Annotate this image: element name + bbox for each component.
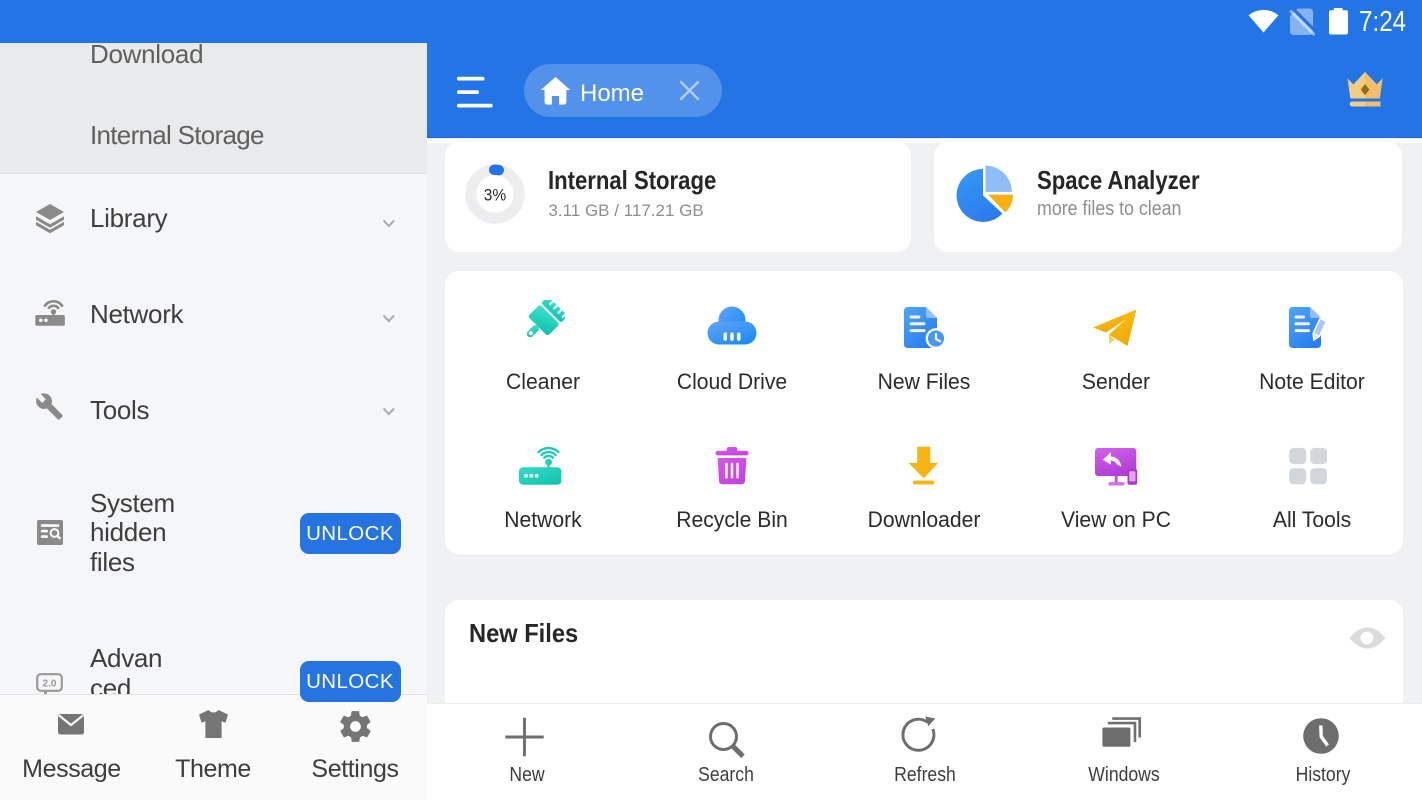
svg-text:3%: 3%	[484, 186, 507, 205]
svg-text:2.0: 2.0	[43, 679, 57, 690]
